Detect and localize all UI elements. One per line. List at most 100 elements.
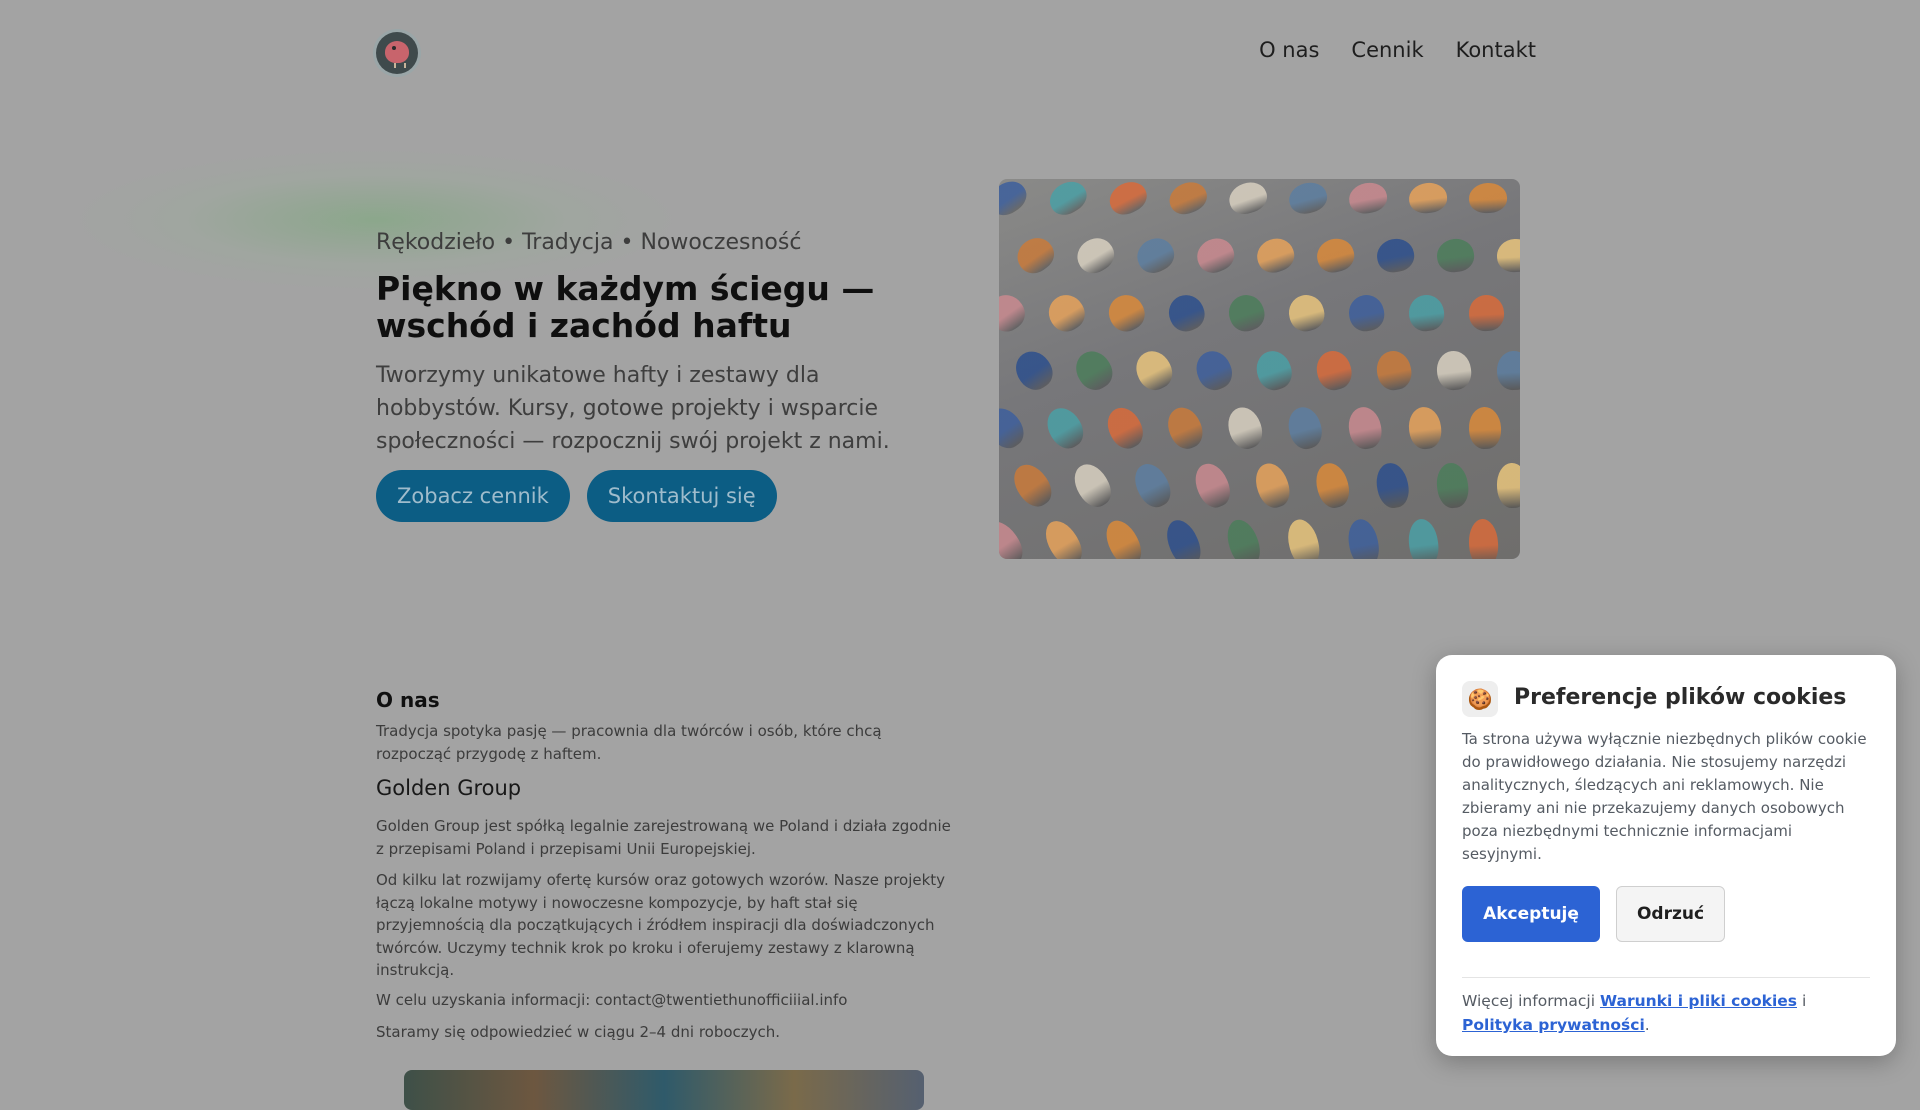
stitch-tuft bbox=[1067, 458, 1117, 513]
stitch-tuft bbox=[1099, 515, 1148, 559]
suffix: . bbox=[1644, 1016, 1650, 1034]
about-description: Od kilku lat rozwijamy ofertę kursów ora… bbox=[376, 871, 946, 979]
stitch-tuft bbox=[1006, 458, 1058, 513]
cookie-dialog: 🍪 Preferencje plików cookies Ta strona u… bbox=[1436, 655, 1896, 1056]
second-photo bbox=[404, 1070, 924, 1110]
stitch-tuft bbox=[1346, 179, 1390, 217]
cookie-more-info: Więcej informacji Warunki i pliki cookie… bbox=[1462, 989, 1882, 1037]
stitch-tuft bbox=[1467, 518, 1500, 559]
stitch-tuft bbox=[1221, 515, 1266, 559]
hero-title: Piękno w każdym ściegu — wschód i zachód… bbox=[376, 269, 875, 345]
stitch-tuft bbox=[1435, 236, 1476, 275]
company-name: Golden Group bbox=[376, 776, 522, 800]
stitch-tuft bbox=[999, 288, 1032, 338]
pricing-button[interactable]: Zobacz cennik bbox=[376, 470, 570, 522]
terms-link[interactable]: Warunki i pliki cookies bbox=[1600, 992, 1797, 1010]
stitch-tuft bbox=[999, 179, 1033, 222]
response-time: Staramy się odpowiedzieć w ciągu 2–4 dni… bbox=[376, 1023, 781, 1041]
hero-buttons: Zobacz cennik Skontaktuj się bbox=[376, 470, 777, 522]
cookie-description: Ta strona używa wyłącznie niezbędnych pl… bbox=[1462, 730, 1867, 863]
divider bbox=[1462, 977, 1870, 978]
stitch-tuft bbox=[1434, 349, 1473, 392]
nav-link-about[interactable]: O nas bbox=[1259, 38, 1319, 62]
stitch-tuft bbox=[1010, 231, 1060, 280]
cookie-title: Preferencje plików cookies bbox=[1514, 685, 1847, 710]
stitch-tuft bbox=[1311, 459, 1353, 512]
stitch-tuft bbox=[1128, 458, 1177, 513]
bird-logo-icon bbox=[385, 41, 409, 63]
stitch-tuft bbox=[1373, 348, 1414, 393]
privacy-link[interactable]: Polityka prywatności bbox=[1462, 1016, 1645, 1034]
nav-link-contact[interactable]: Kontakt bbox=[1456, 38, 1536, 62]
legal-text: Golden Group jest spółką legalnie zareje… bbox=[376, 817, 951, 858]
stitch-tuft bbox=[1372, 460, 1412, 511]
stitch-tuft bbox=[1163, 289, 1210, 337]
stitch-tuft bbox=[1434, 461, 1471, 510]
stitch-tuft bbox=[1283, 516, 1324, 559]
stitch-tuft bbox=[1224, 290, 1269, 336]
stitch-tuft bbox=[1189, 458, 1236, 513]
stitch-tuft bbox=[1312, 347, 1355, 394]
hero-eyebrow: Rękodzieło • Tradycja • Nowoczesność bbox=[376, 230, 802, 255]
stitch-tuft bbox=[1345, 404, 1385, 452]
stitch-tuft bbox=[1467, 406, 1503, 450]
embroidery-photo bbox=[999, 179, 1520, 559]
stitch-tuft bbox=[1251, 346, 1296, 395]
hero-lead: Tworzymy unikatowe hafty i zestawy dla h… bbox=[376, 363, 890, 454]
stitch-tuft bbox=[1043, 179, 1093, 221]
stitch-tuft bbox=[1042, 288, 1091, 338]
stitch-tuft bbox=[1069, 345, 1119, 396]
reject-cookies-button[interactable]: Odrzuć bbox=[1616, 886, 1725, 942]
stitch-tuft bbox=[1468, 182, 1508, 214]
about-heading: O nas bbox=[376, 688, 440, 712]
stitch-tuft bbox=[1008, 344, 1059, 397]
link-joiner: i bbox=[1801, 992, 1807, 1010]
stitch-tuft bbox=[1104, 179, 1152, 220]
stitch-tuft bbox=[1192, 233, 1239, 278]
stitch-tuft bbox=[1164, 179, 1212, 220]
stitch-tuft bbox=[1040, 401, 1090, 455]
about-intro: Tradycja spotyka pasję — pracownia dla t… bbox=[376, 722, 882, 763]
stitch-tuft bbox=[1406, 517, 1441, 559]
stitch-tuft bbox=[1160, 515, 1207, 559]
page-content: O nas Cennik Kontakt Rękodzieło • Tradyc… bbox=[76, 0, 1536, 1110]
stitch-tuft bbox=[1129, 345, 1178, 396]
stitch-tuft bbox=[1162, 402, 1208, 454]
stitch-tuft bbox=[1101, 402, 1149, 454]
stitch-tuft bbox=[1223, 402, 1267, 454]
stitch-tuft bbox=[1284, 291, 1329, 335]
cookie-icon: 🍪 bbox=[1462, 681, 1498, 717]
stitch-tuft bbox=[999, 401, 1031, 455]
stitch-tuft bbox=[1468, 294, 1505, 332]
stitch-tuft bbox=[1038, 514, 1089, 559]
stitch-tuft bbox=[1406, 293, 1447, 333]
nav-link-pricing[interactable]: Cennik bbox=[1351, 38, 1423, 62]
stitch-tuft bbox=[1374, 235, 1417, 276]
stitch-tuft bbox=[1225, 179, 1271, 219]
stitch-tuft bbox=[1284, 403, 1326, 453]
stitch-tuft bbox=[1407, 180, 1449, 216]
stitch-tuft bbox=[1071, 231, 1120, 280]
main-nav: O nas Cennik Kontakt bbox=[1259, 38, 1536, 62]
stitch-tuft bbox=[1252, 233, 1298, 278]
stitch-tuft bbox=[999, 515, 1030, 559]
stitch-tuft bbox=[1250, 459, 1294, 512]
accept-cookies-button[interactable]: Akceptuję bbox=[1462, 886, 1600, 942]
contact-button[interactable]: Skontaktuj się bbox=[586, 470, 777, 522]
stitch-tuft bbox=[1496, 350, 1520, 391]
stitch-tuft bbox=[1285, 179, 1331, 218]
stitch-tuft bbox=[1345, 291, 1388, 335]
bird-legs bbox=[394, 63, 406, 68]
bird-eye bbox=[392, 46, 396, 50]
more-info-label: Więcej informacji bbox=[1462, 992, 1596, 1010]
stitch-tuft bbox=[1406, 405, 1444, 451]
stitch-tuft bbox=[1131, 232, 1180, 279]
stitch-tuft bbox=[1495, 462, 1520, 509]
stitch-tuft bbox=[1190, 346, 1237, 395]
logo[interactable] bbox=[376, 32, 418, 74]
stitch-tuft bbox=[1496, 238, 1520, 273]
stitch-tuft bbox=[1102, 289, 1151, 337]
contact-info: W celu uzyskania informacji: contact@twe… bbox=[376, 991, 848, 1009]
stitch-tuft bbox=[1313, 234, 1358, 277]
stitch-tuft bbox=[1344, 516, 1383, 559]
